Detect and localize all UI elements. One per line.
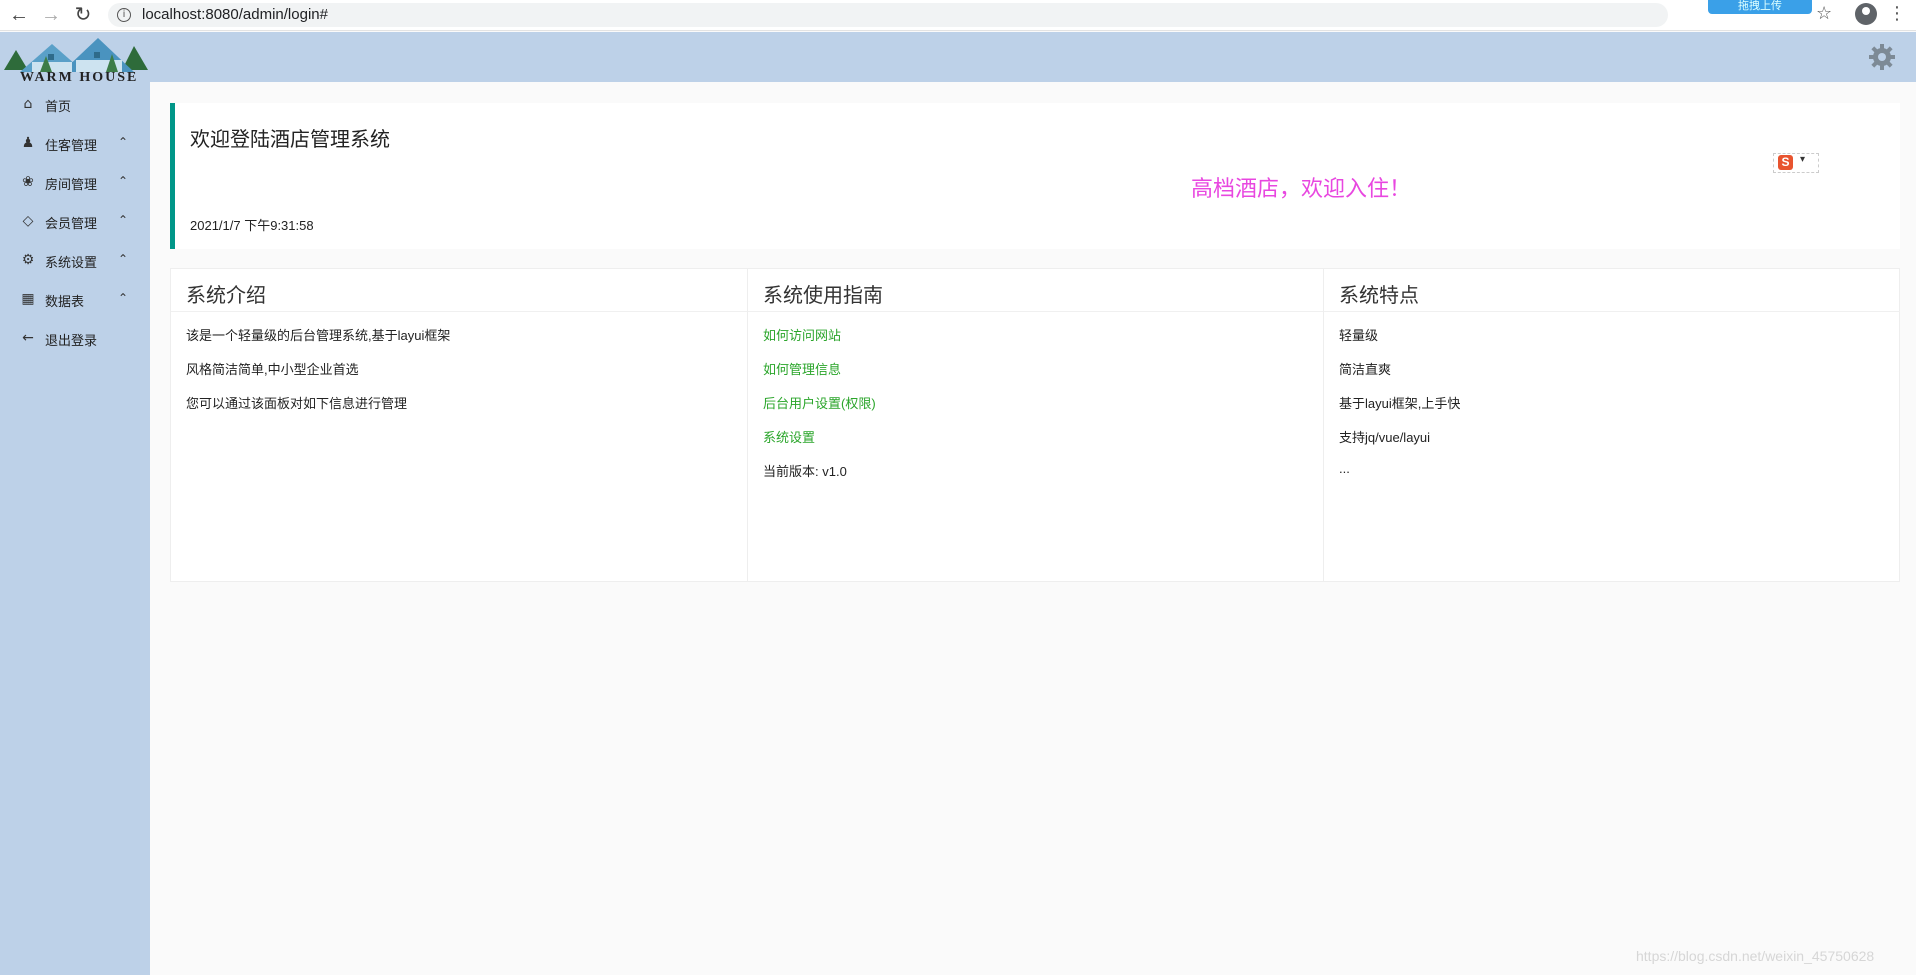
sogou-ime-icon: S: [1778, 155, 1793, 170]
sidebar-item-logout[interactable]: ← 退出登录: [0, 326, 150, 365]
card-system-intro: 系统介绍 该是一个轻量级的后台管理系统,基于layui框架 风格简洁简单,中小型…: [171, 269, 747, 581]
welcome-panel: 欢迎登陆酒店管理系统 2021/1/7 下午9:31:58 高档酒店，欢迎入住！…: [170, 103, 1900, 249]
reload-icon[interactable]: ↻: [72, 4, 94, 26]
sidebar-item-members[interactable]: ◇ 会员管理 ⌃: [0, 209, 150, 248]
card-line: 风格简洁简单,中小型企业首选: [186, 362, 359, 377]
sidebar-item-label: 数据表: [45, 294, 85, 309]
upload-extension-button[interactable]: 拖拽上传: [1708, 0, 1812, 14]
sidebar-item-guests[interactable]: ♟ 住客管理 ⌃: [0, 131, 150, 170]
chevron-up-icon: ⌃: [118, 291, 129, 305]
settings-gear-icon[interactable]: [1868, 43, 1896, 71]
logo[interactable]: WARM HOUSE: [2, 32, 150, 88]
sidebar-item-datatable[interactable]: ▦ 数据表 ⌃: [0, 287, 150, 326]
card-header: 系统特点: [1324, 269, 1900, 312]
sidebar-menu: ⌂ 首页 ♟ 住客管理 ⌃ ❀ 房间管理 ⌃ ◇ 会员管理 ⌃ ⚙ 系统设置 ⌃…: [0, 92, 150, 365]
card-usage-guide: 系统使用指南 如何访问网站 如何管理信息 后台用户设置(权限) 系统设置 当前版…: [747, 269, 1324, 581]
sidebar-item-label: 首页: [45, 99, 72, 114]
sidebar-item-label: 住客管理: [45, 138, 98, 153]
sidebar: WARM HOUSE ⌂ 首页 ♟ 住客管理 ⌃ ❀ 房间管理 ⌃ ◇ 会员管理…: [0, 32, 150, 975]
sidebar-item-label: 会员管理: [45, 216, 98, 231]
card-line: 您可以通过该面板对如下信息进行管理: [186, 396, 408, 411]
bookmark-star-icon[interactable]: ☆: [1816, 3, 1832, 24]
table-icon: ▦: [21, 291, 35, 307]
logo-text: WARM HOUSE: [20, 70, 139, 85]
home-icon: ⌂: [23, 96, 33, 112]
guide-link-user-permissions[interactable]: 后台用户设置(权限): [763, 393, 876, 412]
card-title: 系统介绍: [186, 285, 266, 307]
input-method-toolbar[interactable]: S ▾: [1773, 153, 1819, 173]
user-icon: ♟: [21, 135, 35, 151]
card-title: 系统使用指南: [763, 285, 883, 307]
sidebar-item-label: 系统设置: [45, 255, 98, 270]
watermark: https://blog.csdn.net/weixin_45750628: [1636, 948, 1875, 964]
diamond-icon: ◇: [22, 213, 34, 229]
card-line: 基于layui框架,上手快: [1339, 396, 1461, 411]
app-header: [150, 32, 1916, 82]
info-icon[interactable]: i: [117, 8, 131, 22]
card-title: 系统特点: [1339, 285, 1419, 307]
chevron-up-icon: ⌃: [118, 213, 129, 227]
arrow-left-icon: ←: [22, 330, 34, 346]
palm-icon: ❀: [22, 174, 34, 190]
profile-avatar-icon[interactable]: [1855, 3, 1877, 25]
sidebar-item-rooms[interactable]: ❀ 房间管理 ⌃: [0, 170, 150, 209]
version-text: 当前版本: v1.0: [763, 464, 847, 479]
card-header: 系统使用指南: [748, 269, 1324, 312]
card-line: 该是一个轻量级的后台管理系统,基于layui框架: [186, 328, 451, 343]
guide-link-system-settings[interactable]: 系统设置: [763, 427, 815, 446]
back-arrow-icon[interactable]: ←: [8, 4, 30, 26]
sidebar-item-label: 房间管理: [45, 177, 98, 192]
guide-link-manage-info[interactable]: 如何管理信息: [763, 359, 841, 378]
browser-menu-icon[interactable]: ⋮: [1888, 3, 1906, 24]
browser-toolbar: ← → ↻ i localhost:8080/admin/login# 拖拽上传…: [0, 0, 1916, 31]
card-line: ...: [1339, 461, 1350, 476]
sidebar-item-home[interactable]: ⌂ 首页: [0, 92, 150, 131]
current-datetime: 2021/1/7 下午9:31:58: [190, 218, 314, 233]
hotel-slogan: 高档酒店，欢迎入住！: [1191, 176, 1412, 201]
info-cards: 系统介绍 该是一个轻量级的后台管理系统,基于layui框架 风格简洁简单,中小型…: [170, 268, 1900, 582]
card-line: 支持jq/vue/layui: [1339, 430, 1431, 445]
gear-icon: ⚙: [21, 252, 35, 268]
url-text[interactable]: localhost:8080/admin/login#: [142, 6, 328, 23]
chevron-up-icon: ⌃: [118, 252, 129, 266]
chevron-up-icon: ⌃: [118, 174, 129, 188]
card-header: 系统介绍: [171, 269, 747, 312]
page-title: 欢迎登陆酒店管理系统: [190, 129, 390, 151]
card-system-features: 系统特点 轻量级 简洁直爽 基于layui框架,上手快 支持jq/vue/lay…: [1323, 269, 1900, 581]
card-line: 简洁直爽: [1339, 362, 1392, 377]
chevron-down-icon: ▾: [1800, 154, 1806, 165]
sidebar-item-settings[interactable]: ⚙ 系统设置 ⌃: [0, 248, 150, 287]
card-line: 轻量级: [1339, 328, 1379, 343]
address-bar[interactable]: i localhost:8080/admin/login#: [108, 3, 1668, 27]
chevron-up-icon: ⌃: [118, 135, 129, 149]
guide-link-visit-site[interactable]: 如何访问网站: [763, 325, 841, 344]
sidebar-item-label: 退出登录: [45, 333, 98, 348]
forward-arrow-icon[interactable]: →: [40, 4, 62, 26]
